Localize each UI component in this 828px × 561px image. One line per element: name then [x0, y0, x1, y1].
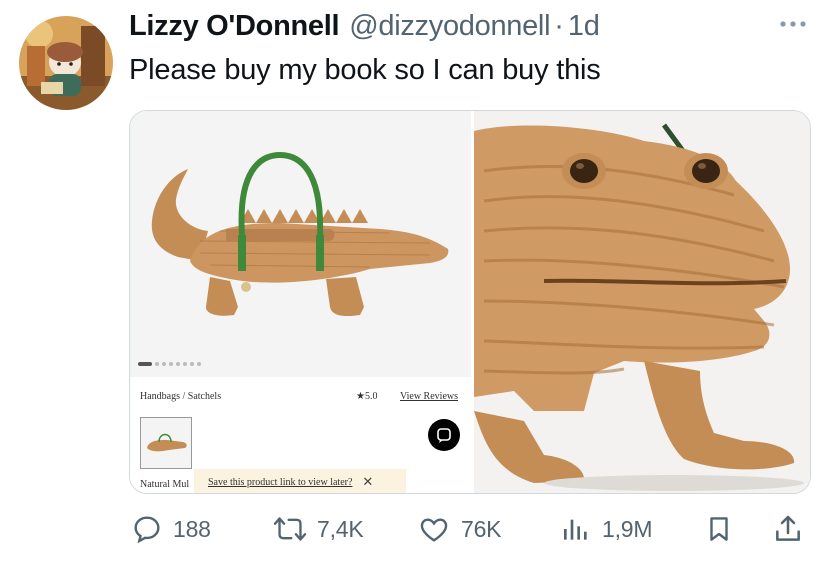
more-horizontal-icon — [780, 21, 806, 27]
wicker-crocodile-closeup-image — [474, 111, 810, 493]
save-product-text[interactable]: Save this product link to view later? — [208, 477, 352, 488]
more-options-button[interactable] — [773, 12, 813, 36]
tweet-actions: 188 7,4K 76K 1,9M — [131, 509, 811, 549]
views-icon — [564, 519, 587, 540]
retweet-button[interactable]: 7,4K — [273, 509, 364, 549]
product-rating: ★5.0 — [356, 391, 378, 402]
views-button[interactable]: 1,9M — [560, 509, 653, 549]
like-button[interactable]: 76K — [417, 509, 502, 549]
tweet-media: Handbags / Satchels ★5.0 View Reviews Na… — [129, 110, 811, 494]
bookmark-icon — [710, 517, 728, 541]
reply-button[interactable]: 188 — [131, 509, 211, 549]
avatar[interactable] — [19, 16, 113, 110]
view-reviews-link[interactable]: View Reviews — [400, 391, 458, 402]
product-info-panel: Handbags / Satchels ★5.0 View Reviews Na… — [130, 377, 471, 493]
views-count: 1,9M — [602, 515, 653, 542]
close-icon[interactable]: ✕ — [362, 474, 373, 490]
tweet-text: Please buy my book so I can buy this — [129, 54, 601, 86]
media-image-closeup[interactable] — [474, 111, 810, 493]
timestamp[interactable]: 1d — [568, 10, 600, 43]
variant-label: Natural Mul — [140, 479, 190, 490]
share-button[interactable] — [772, 509, 804, 549]
reply-count: 188 — [173, 515, 211, 542]
breadcrumb[interactable]: Handbags / Satchels — [140, 391, 221, 402]
author-handle[interactable]: @dizzyodonnell — [349, 10, 550, 43]
like-icon — [420, 518, 448, 542]
separator: · — [554, 10, 564, 42]
media-image-product-page[interactable]: Handbags / Satchels ★5.0 View Reviews Na… — [130, 111, 471, 493]
carousel-dots[interactable] — [138, 362, 204, 366]
reply-icon — [134, 516, 160, 544]
bookmark-button[interactable] — [704, 509, 734, 549]
retweet-icon — [273, 517, 307, 541]
tweet-header: Lizzy O'Donnell @dizzyodonnell · 1d — [129, 10, 689, 43]
wicker-crocodile-bag-image — [130, 111, 471, 377]
thumbnail-crocodile-icon — [147, 433, 187, 452]
chat-icon — [437, 428, 451, 443]
chat-button[interactable] — [428, 419, 460, 451]
save-product-banner[interactable]: Save this product link to view later? ✕ — [194, 469, 406, 493]
author-name[interactable]: Lizzy O'Donnell — [129, 10, 340, 43]
share-icon — [776, 515, 800, 541]
avatar-illustration — [19, 16, 113, 110]
like-count: 76K — [461, 515, 502, 542]
product-thumbnail[interactable] — [140, 417, 192, 469]
retweet-count: 7,4K — [317, 515, 364, 542]
